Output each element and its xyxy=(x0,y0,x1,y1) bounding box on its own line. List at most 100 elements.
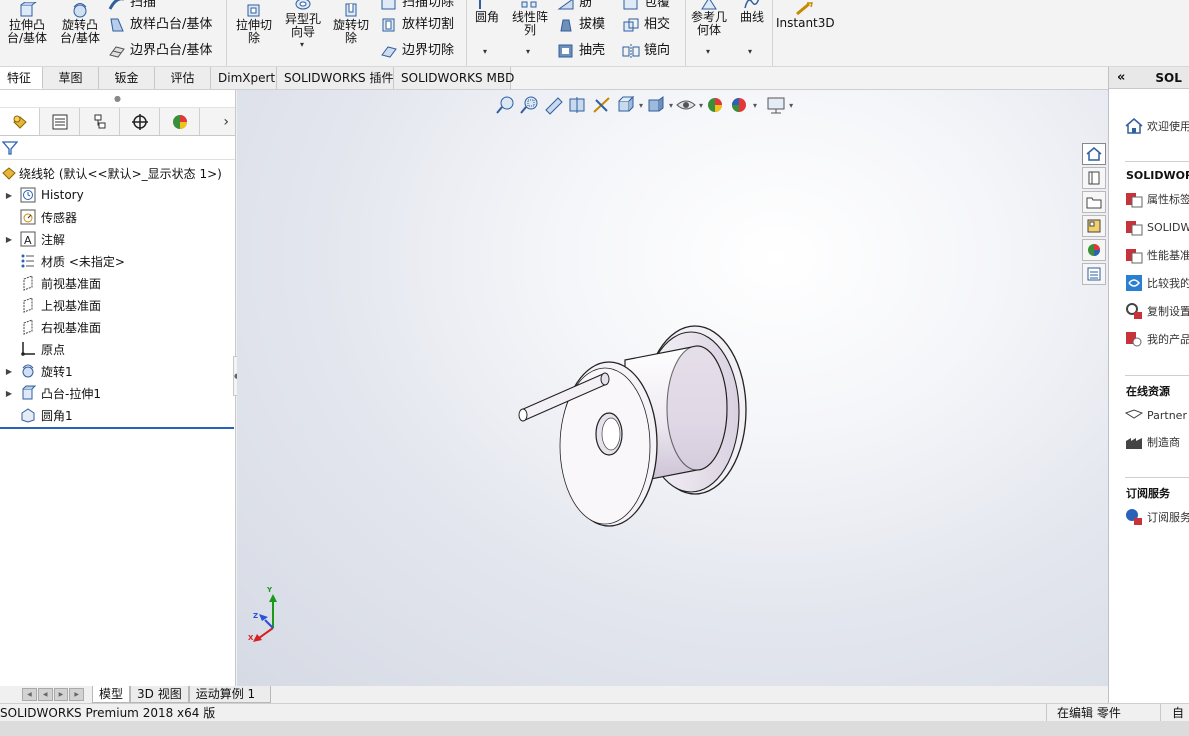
tree-filter[interactable] xyxy=(0,136,235,160)
mirror-button[interactable]: 镜向 xyxy=(622,43,670,59)
display-style-dropdown-icon[interactable]: ▾ xyxy=(669,101,673,110)
property-manager-tab[interactable] xyxy=(40,108,80,135)
subscription-link-0[interactable]: 订阅服务 xyxy=(1125,506,1189,528)
apply-scene-dropdown-icon[interactable]: ▾ xyxy=(753,101,757,110)
apply-scene-icon[interactable] xyxy=(729,95,751,115)
tree-item-top-plane[interactable]: 上视基准面 xyxy=(0,294,235,316)
instant3d-button[interactable]: Instant3D xyxy=(776,2,835,30)
rollback-bar[interactable] xyxy=(0,427,234,429)
tool-link-4[interactable]: 复制设置 xyxy=(1125,300,1189,322)
linear-pattern-dropdown-icon[interactable]: ▾ xyxy=(526,47,530,56)
panel-grip-icon[interactable]: ● xyxy=(0,90,235,108)
view-settings-dropdown-icon[interactable]: ▾ xyxy=(789,101,793,110)
custom-properties-tab[interactable] xyxy=(1082,263,1106,285)
fillet-button[interactable]: 圆角 xyxy=(470,0,504,24)
tool-link-0[interactable]: 属性标签 xyxy=(1125,188,1189,210)
extrude-boss-button[interactable]: 拉伸凸台/基体 xyxy=(4,2,50,45)
tree-item-right-plane[interactable]: 右视基准面 xyxy=(0,316,235,338)
sweep-button[interactable]: 扫描 xyxy=(108,0,156,11)
expand-arrow-icon[interactable]: ▶ xyxy=(0,389,18,398)
feature-manager-tab[interactable] xyxy=(0,108,40,135)
display-manager-tab[interactable] xyxy=(160,108,200,135)
curves-dropdown-icon[interactable]: ▾ xyxy=(748,47,752,56)
zoom-to-area-icon[interactable] xyxy=(519,95,541,115)
tree-item-origin[interactable]: 原点 xyxy=(0,338,235,360)
dimxpert-manager-tab[interactable] xyxy=(120,108,160,135)
tool-link-3[interactable]: 比较我的 xyxy=(1125,272,1189,294)
tree-root-part[interactable]: 绕线轮 (默认<<默认>_显示状态 1>) xyxy=(0,162,235,184)
tree-item-front-plane[interactable]: 前视基准面 xyxy=(0,272,235,294)
wrap-button[interactable]: 包覆 xyxy=(622,0,670,11)
revolve-cut-button[interactable]: 旋转切除 xyxy=(328,2,374,45)
view-orientation-dropdown-icon[interactable]: ▾ xyxy=(639,101,643,110)
last-tab-icon[interactable]: ▶ xyxy=(69,688,84,701)
dynamic-annotation-icon[interactable] xyxy=(591,95,613,115)
tab-3d-views[interactable]: 3D 视图 xyxy=(130,686,189,703)
curves-button[interactable]: 曲线 xyxy=(734,0,770,24)
zoom-to-fit-icon[interactable] xyxy=(495,95,517,115)
hole-wizard-dropdown-icon[interactable]: ▾ xyxy=(300,40,304,49)
hide-show-dropdown-icon[interactable]: ▾ xyxy=(699,101,703,110)
tool-link-2[interactable]: 性能基准 xyxy=(1125,244,1189,266)
tree-item-fillet1[interactable]: 圆角1 xyxy=(0,404,235,426)
swept-cut-button[interactable]: 扫描切除 xyxy=(380,0,454,11)
display-style-icon[interactable] xyxy=(645,95,667,115)
rib-button[interactable]: 筋 xyxy=(557,0,592,11)
tree-item-boss-extrude1[interactable]: ▶ 凸台-拉伸1 xyxy=(0,382,235,404)
first-tab-icon[interactable]: ◀ xyxy=(22,688,37,701)
hide-show-items-icon[interactable] xyxy=(675,95,697,115)
linear-pattern-button[interactable]: 线性阵列 xyxy=(508,0,552,37)
collapse-double-chevron-icon[interactable]: « xyxy=(1117,70,1125,85)
view-settings-icon[interactable] xyxy=(765,95,787,115)
tab-evaluate[interactable]: 评估 xyxy=(155,67,211,89)
draft-button[interactable]: 拔模 xyxy=(557,17,605,33)
loft-boss-button[interactable]: 放样凸台/基体 xyxy=(108,17,212,33)
online-link-0[interactable]: Partner xyxy=(1125,404,1187,426)
chevron-right-icon[interactable]: › xyxy=(200,108,235,135)
prev-tab-icon[interactable]: ◀ xyxy=(37,688,53,701)
tab-model[interactable]: 模型 xyxy=(92,686,131,703)
expand-arrow-icon[interactable]: ▶ xyxy=(0,235,18,244)
fillet-dropdown-icon[interactable]: ▾ xyxy=(483,47,487,56)
part-model-spool[interactable] xyxy=(507,320,767,530)
boundary-boss-button[interactable]: 边界凸台/基体 xyxy=(108,43,212,59)
tab-dimxpert[interactable]: DimXpert xyxy=(211,67,277,89)
shell-button[interactable]: 抽壳 xyxy=(557,43,605,59)
tree-item-history[interactable]: ▶ History xyxy=(0,184,235,206)
loft-cut-button[interactable]: 放样切割 xyxy=(380,17,454,33)
graphics-area[interactable]: ◧ ◨ – ❐ ✕ ▾ ▾ ▾ ▾ ▾ xyxy=(237,90,1108,686)
intersect-button[interactable]: 相交 xyxy=(622,17,670,33)
tab-features[interactable]: 特征 xyxy=(0,67,43,89)
tree-item-revolve1[interactable]: ▶ 旋转1 xyxy=(0,360,235,382)
tab-sheet-metal[interactable]: 钣金 xyxy=(99,67,155,89)
extrude-cut-button[interactable]: 拉伸切除 xyxy=(231,2,277,45)
next-tab-icon[interactable]: ▶ xyxy=(53,688,69,701)
expand-arrow-icon[interactable]: ▶ xyxy=(0,191,18,200)
revolve-boss-button[interactable]: 旋转凸台/基体 xyxy=(57,2,103,45)
previous-view-icon[interactable] xyxy=(543,95,565,115)
configuration-manager-tab[interactable] xyxy=(80,108,120,135)
view-palette-tab[interactable] xyxy=(1082,215,1106,237)
tab-motion-study-1[interactable]: 运动算例 1 xyxy=(188,686,271,703)
tree-item-material[interactable]: 材质 <未指定> xyxy=(0,250,235,272)
expand-arrow-icon[interactable]: ▶ xyxy=(0,367,18,376)
tab-solidworks-addins[interactable]: SOLIDWORKS 插件 xyxy=(277,67,394,89)
boundary-cut-button[interactable]: 边界切除 xyxy=(380,43,454,59)
tree-item-annotations[interactable]: ▶ A 注解 xyxy=(0,228,235,250)
hole-wizard-button[interactable]: 异型孔向导 xyxy=(280,0,326,39)
section-view-icon[interactable] xyxy=(567,95,589,115)
tree-item-sensors[interactable]: 传感器 xyxy=(0,206,235,228)
appearances-tab[interactable] xyxy=(1082,239,1106,261)
tab-solidworks-mbd[interactable]: SOLIDWORKS MBD xyxy=(394,67,514,89)
view-orientation-icon[interactable] xyxy=(615,95,637,115)
reference-geometry-dropdown-icon[interactable]: ▾ xyxy=(706,47,710,56)
design-library-tab[interactable] xyxy=(1082,167,1106,189)
welcome-link[interactable]: 欢迎使用 xyxy=(1125,115,1189,137)
tool-link-5[interactable]: 我的产品 xyxy=(1125,328,1189,350)
online-link-1[interactable]: 制造商 xyxy=(1125,431,1180,453)
tab-sketch[interactable]: 草图 xyxy=(43,67,99,89)
reference-geometry-button[interactable]: 参考几何体 xyxy=(688,0,730,37)
tool-link-1[interactable]: SOLIDW xyxy=(1125,216,1189,238)
solidworks-resources-tab[interactable] xyxy=(1082,143,1106,165)
file-explorer-tab[interactable] xyxy=(1082,191,1106,213)
